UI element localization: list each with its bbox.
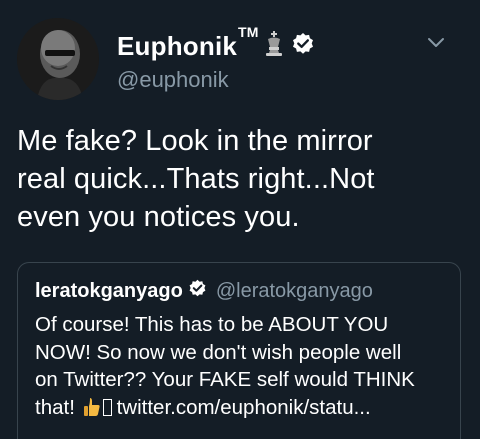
verified-badge-icon — [188, 279, 207, 303]
trademark-mark: TM — [238, 23, 259, 40]
avatar[interactable] — [17, 18, 99, 100]
quoted-text-line-last: that! twitter.com/euphonik/statu... — [35, 394, 450, 425]
missing-glyph-box — [102, 398, 112, 416]
quoted-tweet-link[interactable]: twitter.com/euphonik/statu... — [117, 396, 371, 419]
chess-king-icon — [263, 30, 285, 62]
tweet-text-line: even you notices you. — [17, 201, 300, 233]
quoted-author-handle: @leratokganyago — [215, 279, 373, 302]
author-name-row: EuphonikTM — [117, 24, 315, 62]
chevron-down-icon[interactable] — [426, 36, 446, 50]
tweet-text-line: real quick...Thats right...Not — [17, 163, 375, 195]
tweet-text-line: Me fake? Look in the mirror — [17, 125, 373, 157]
quoted-tweet-text: Of course! This has to be ABOUT YOU NOW!… — [35, 311, 450, 424]
quoted-tweet-header: leratokganyago @leratokganyago — [35, 279, 373, 303]
author-display-name[interactable]: EuphonikTM — [117, 24, 259, 62]
quoted-text-line: on Twitter?? Your FAKE self would THINK — [35, 368, 415, 391]
thumbs-up-icon — [83, 397, 101, 425]
verified-badge-icon — [291, 32, 315, 61]
tweet-text: Me fake? Look in the mirror real quick..… — [17, 122, 467, 236]
quoted-text-line: NOW! So now we don't wish people well — [35, 340, 402, 364]
author-handle[interactable]: @euphonik — [117, 67, 229, 93]
quoted-tweet-card[interactable]: leratokganyago @leratokganyago Of course… — [17, 262, 461, 439]
quoted-author-name: leratokganyago — [35, 279, 183, 302]
quoted-text-fragment: that! — [35, 395, 75, 419]
quoted-text-line: Of course! This has to be ABOUT YOU — [35, 313, 389, 336]
avatar-photo — [17, 18, 99, 100]
